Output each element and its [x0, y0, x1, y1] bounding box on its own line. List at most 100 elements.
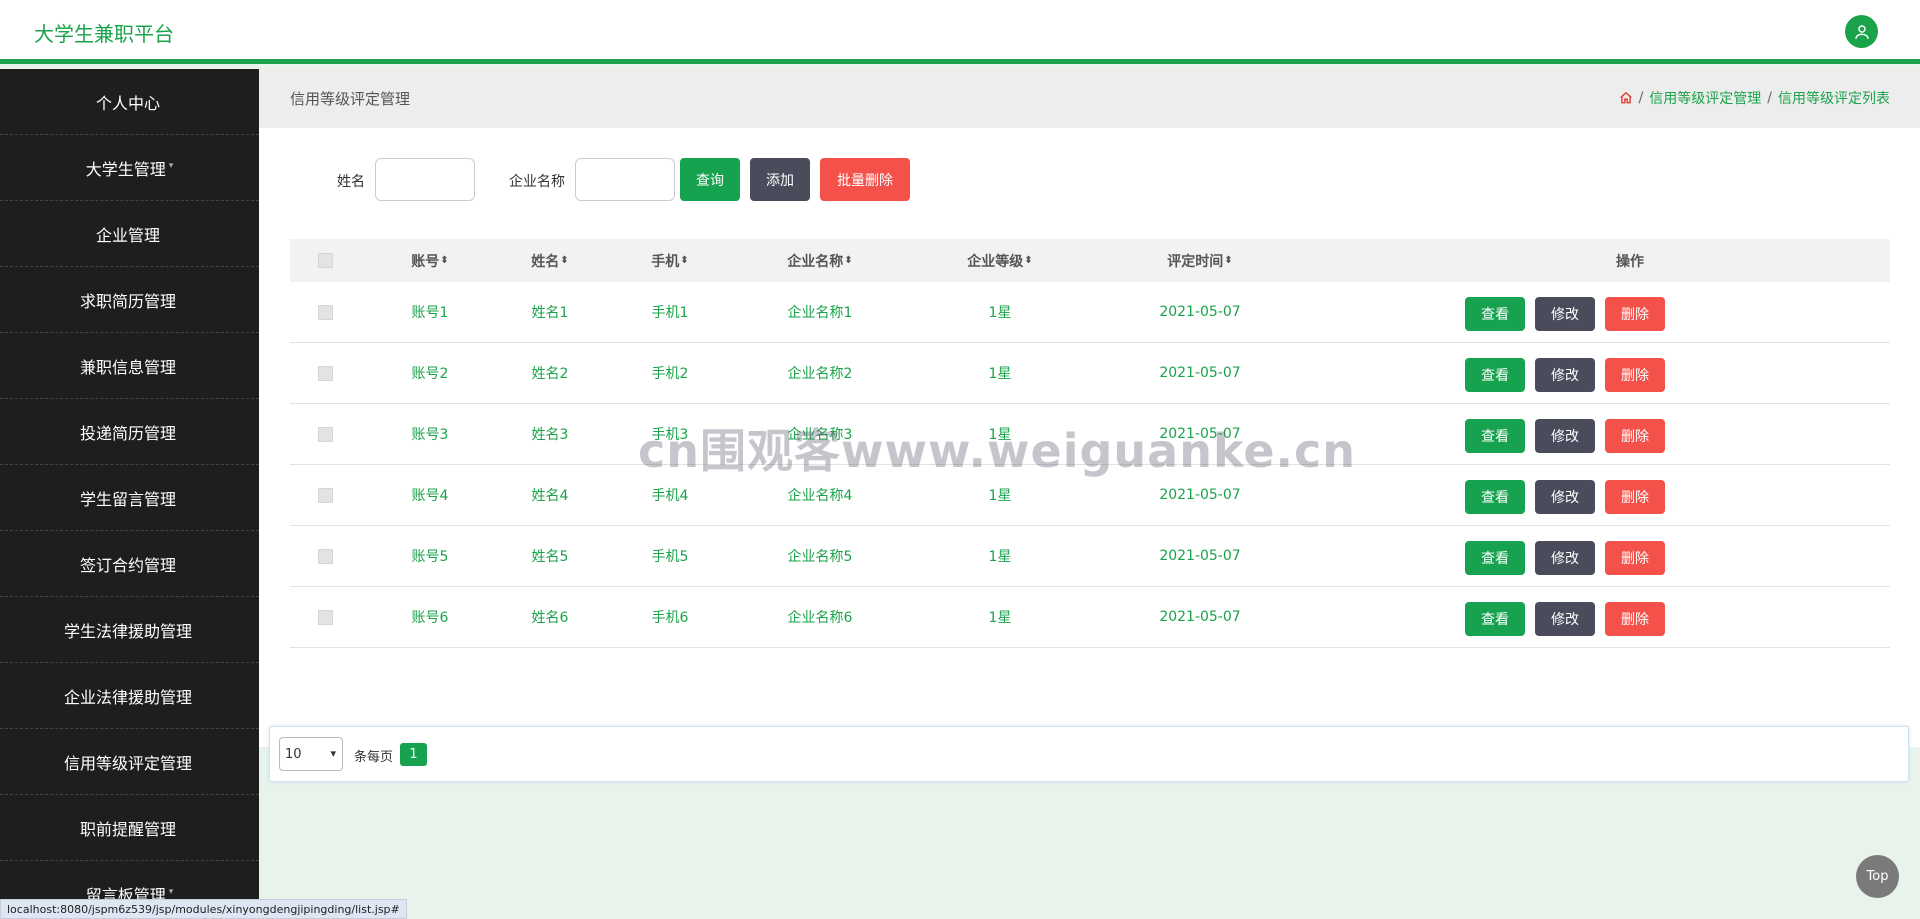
- cell-account: 账号1: [411, 305, 449, 321]
- edit-button[interactable]: 修改: [1535, 480, 1595, 514]
- row-checkbox[interactable]: [318, 609, 333, 625]
- sidebar-item[interactable]: 签订合约管理: [0, 531, 259, 597]
- sidebar-item[interactable]: 学生法律援助管理: [0, 597, 259, 663]
- breadcrumb: / 信用等级评定管理 / 信用等级评定列表: [1619, 88, 1890, 108]
- sidebar: 个人中心大学生管理 ▾ 企业管理求职简历管理 兼职信息管理投递简历管理学生留言管理 签订…: [0, 69, 259, 919]
- delete-button[interactable]: 删除: [1605, 297, 1665, 331]
- company-label: 企业名称: [509, 174, 565, 190]
- delete-button[interactable]: 删除: [1605, 541, 1665, 575]
- select-all-checkbox[interactable]: [318, 253, 333, 268]
- cell-level: 1星: [988, 427, 1012, 443]
- col-account[interactable]: 账号 ⬍: [390, 239, 470, 282]
- view-button[interactable]: 查看: [1465, 358, 1525, 392]
- brand-title[interactable]: 大学生兼职平台: [34, 18, 174, 47]
- data-table: 账号 ⬍ 姓名 ⬍ 手机 ⬍ 企业名称 ⬍ 企业等级 ⬍ 评定时间 ⬍ 操作 账号1 姓名1 手…: [290, 239, 1890, 648]
- row-checkbox[interactable]: [318, 304, 333, 320]
- delete-button[interactable]: 删除: [1605, 480, 1665, 514]
- cell-company: 企业名称1: [787, 305, 853, 321]
- batch-delete-button[interactable]: 批量删除: [820, 158, 910, 201]
- view-button[interactable]: 查看: [1465, 419, 1525, 453]
- add-button[interactable]: 添加: [750, 158, 810, 201]
- sort-icon: ⬍: [680, 255, 689, 266]
- page-number-current[interactable]: 1: [400, 743, 427, 766]
- sidebar-item-label: 个人中心: [95, 93, 160, 113]
- per-page-label: 条每页: [354, 750, 394, 765]
- cell-date: 2021-05-07: [1159, 426, 1241, 442]
- table-body: 账号1 姓名1 手机1 企业名称1 1星 2021-05-07 查看 修改 删除 账号2 姓名2 手机…: [290, 282, 1890, 648]
- cell-account: 账号2: [411, 366, 449, 382]
- sidebar-item-label: 企业法律援助管理: [63, 687, 192, 707]
- sidebar-item[interactable]: 职前提醒管理: [0, 795, 259, 861]
- cell-date: 2021-05-07: [1159, 487, 1241, 503]
- cell-level: 1星: [988, 610, 1012, 626]
- query-button[interactable]: 查询: [680, 158, 740, 201]
- edit-button[interactable]: 修改: [1535, 602, 1595, 636]
- row-checkbox[interactable]: [318, 487, 333, 503]
- breadcrumb-level1[interactable]: 信用等级评定管理: [1649, 88, 1761, 108]
- view-button[interactable]: 查看: [1465, 480, 1525, 514]
- cell-name: 姓名5: [531, 549, 569, 565]
- col-level[interactable]: 企业等级 ⬍: [940, 239, 1060, 282]
- sidebar-item-label: 企业管理: [95, 225, 160, 245]
- sidebar-item[interactable]: 信用等级评定管理: [0, 729, 259, 795]
- list-panel: 姓名 企业名称 查询 添加 批量删除 账号 ⬍ 姓名 ⬍ 手机 ⬍ 企业名称 ⬍ 企业等…: [259, 128, 1920, 782]
- sidebar-item[interactable]: 企业法律援助管理: [0, 663, 259, 729]
- delete-button[interactable]: 删除: [1605, 419, 1665, 453]
- view-button[interactable]: 查看: [1465, 541, 1525, 575]
- status-bar-url: localhost:8080/jspm6z539/jsp/modules/xin…: [0, 899, 407, 919]
- col-phone[interactable]: 手机 ⬍: [630, 239, 710, 282]
- sort-icon: ⬍: [1024, 255, 1033, 266]
- cell-phone: 手机6: [651, 610, 689, 626]
- back-to-top-button[interactable]: Top: [1856, 855, 1899, 898]
- col-date[interactable]: 评定时间 ⬍: [1130, 239, 1270, 282]
- home-icon[interactable]: [1619, 91, 1633, 105]
- top-header: 大学生兼职平台: [0, 0, 1920, 64]
- search-form: 姓名 企业名称 查询 添加 批量删除: [259, 158, 1920, 202]
- cell-company: 企业名称2: [787, 366, 853, 382]
- table-row: 账号1 姓名1 手机1 企业名称1 1星 2021-05-07 查看 修改 删除: [290, 282, 1890, 343]
- name-search-input[interactable]: [375, 158, 475, 201]
- sort-icon: ⬍: [1224, 255, 1233, 266]
- main-content: 信用等级评定管理 / 信用等级评定管理 / 信用等级评定列表 姓名 企业名称 查…: [259, 69, 1920, 919]
- cell-phone: 手机1: [651, 305, 689, 321]
- table-header: 账号 ⬍ 姓名 ⬍ 手机 ⬍ 企业名称 ⬍ 企业等级 ⬍ 评定时间 ⬍ 操作: [290, 239, 1890, 282]
- breadcrumb-level2: 信用等级评定列表: [1778, 91, 1890, 107]
- cell-company: 企业名称4: [787, 488, 853, 504]
- view-button[interactable]: 查看: [1465, 297, 1525, 331]
- page-size-select[interactable]: 10 ▾: [279, 737, 343, 771]
- sidebar-item-label: 投递简历管理: [79, 423, 176, 443]
- sidebar-item[interactable]: 大学生管理 ▾: [0, 135, 259, 201]
- row-checkbox-cell: [318, 343, 333, 403]
- row-checkbox-cell: [318, 465, 333, 525]
- chevron-down-icon: ▾: [330, 747, 336, 760]
- row-checkbox[interactable]: [318, 548, 333, 564]
- cell-date: 2021-05-07: [1159, 365, 1241, 381]
- sidebar-item[interactable]: 兼职信息管理: [0, 333, 259, 399]
- cell-account: 账号4: [411, 488, 449, 504]
- sidebar-item[interactable]: 个人中心: [0, 69, 259, 135]
- sidebar-item[interactable]: 企业管理: [0, 201, 259, 267]
- col-name[interactable]: 姓名 ⬍: [510, 239, 590, 282]
- sort-icon: ⬍: [844, 255, 853, 266]
- row-checkbox[interactable]: [318, 365, 333, 381]
- company-search-input[interactable]: [575, 158, 675, 201]
- edit-button[interactable]: 修改: [1535, 541, 1595, 575]
- edit-button[interactable]: 修改: [1535, 358, 1595, 392]
- cell-phone: 手机4: [651, 488, 689, 504]
- col-company[interactable]: 企业名称 ⬍: [760, 239, 880, 282]
- sidebar-item[interactable]: 求职简历管理: [0, 267, 259, 333]
- row-checkbox[interactable]: [318, 426, 333, 442]
- cell-account: 账号6: [411, 610, 449, 626]
- edit-button[interactable]: 修改: [1535, 297, 1595, 331]
- view-button[interactable]: 查看: [1465, 602, 1525, 636]
- delete-button[interactable]: 删除: [1605, 358, 1665, 392]
- sidebar-item[interactable]: 投递简历管理: [0, 399, 259, 465]
- edit-button[interactable]: 修改: [1535, 419, 1595, 453]
- sidebar-item[interactable]: 学生留言管理: [0, 465, 259, 531]
- cell-date: 2021-05-07: [1159, 609, 1241, 625]
- table-row: 账号4 姓名4 手机4 企业名称4 1星 2021-05-07 查看 修改 删除: [290, 465, 1890, 526]
- user-avatar[interactable]: [1845, 15, 1878, 48]
- delete-button[interactable]: 删除: [1605, 602, 1665, 636]
- cell-phone: 手机2: [651, 366, 689, 382]
- sidebar-item-label: 学生法律援助管理: [63, 621, 192, 641]
